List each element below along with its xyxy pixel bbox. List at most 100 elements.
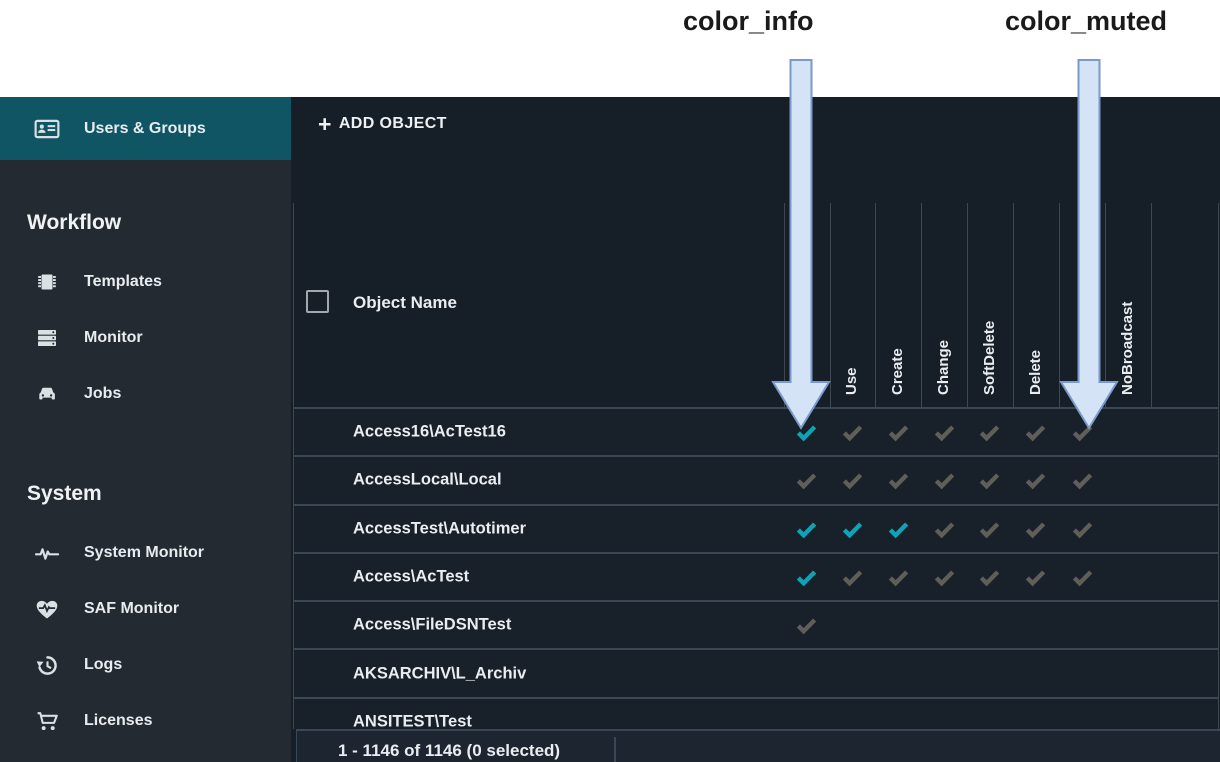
sidebar-item-monitor[interactable]: Monitor (0, 310, 291, 366)
check-icon[interactable] (928, 566, 960, 589)
sidebar-item-label: Jobs (84, 385, 121, 403)
annotation-label-color-muted: color_muted (1005, 6, 1167, 37)
cart-icon (34, 708, 60, 734)
check-icon[interactable] (882, 421, 914, 444)
check-icon[interactable] (791, 566, 823, 589)
table-row[interactable]: AccessTest\Autotimer (294, 506, 1218, 554)
paginator: 1 - 1146 of 1146 (0 selected) (296, 729, 1220, 762)
sidebar-item-licenses[interactable]: Licenses (0, 693, 291, 749)
check-icon[interactable] (1020, 421, 1052, 444)
check-icon[interactable] (791, 469, 823, 492)
column-grid-line (1105, 203, 1106, 407)
table-header: Object Name UseCreateChangeSoftDeleteDel… (294, 203, 1218, 407)
check-icon[interactable] (1066, 421, 1098, 444)
add-object-label: ADD OBJECT (339, 115, 447, 133)
column-grid-line (1151, 203, 1152, 407)
check-icon[interactable] (1066, 469, 1098, 492)
sidebar-item-label: Users & Groups (84, 120, 206, 138)
object-name-cell: Access16\AcTest16 (353, 423, 506, 442)
check-icon[interactable] (836, 421, 868, 444)
check-icon[interactable] (836, 469, 868, 492)
sidebar-item-jobs[interactable]: Jobs (0, 366, 291, 422)
sidebar-section-workflow: Workflow Templates Monitor Jobs (0, 210, 291, 422)
object-name-header: Object Name (353, 293, 457, 313)
annotation-label-color-info: color_info (683, 6, 814, 37)
check-icon[interactable] (928, 517, 960, 540)
check-icon[interactable] (882, 517, 914, 540)
app-window: Users & Groups Workflow Templates Monitor J… (0, 97, 1220, 762)
sidebar-item-label: SAF Monitor (84, 600, 179, 618)
heart-pulse-icon (34, 596, 60, 622)
sidebar-item-label: Logs (84, 656, 122, 674)
sidebar-item-logs[interactable]: Logs (0, 637, 291, 693)
column-header-use: Use (843, 367, 860, 395)
object-name-cell: ANSITEST\Test (353, 712, 472, 729)
check-icon[interactable] (791, 517, 823, 540)
sidebar-item-users-groups[interactable]: Users & Groups (0, 97, 291, 160)
check-icon[interactable] (928, 421, 960, 444)
column-grid-line (784, 203, 785, 407)
section-title-system: System (0, 481, 291, 507)
check-icon[interactable] (1020, 469, 1052, 492)
column-header-create: Create (889, 348, 906, 395)
table-row[interactable]: AccessLocal\Local (294, 457, 1218, 505)
check-icon[interactable] (1020, 566, 1052, 589)
history-icon (34, 652, 60, 678)
plus-icon (318, 114, 332, 134)
object-name-cell: AccessLocal\Local (353, 471, 502, 490)
column-grid-line (830, 203, 831, 407)
main-panel: ADD OBJECT Object Name Use Create Change So… (291, 97, 1220, 762)
column-header-nobroadcast: NoBroadcast (1119, 302, 1136, 395)
check-icon[interactable] (791, 421, 823, 444)
column-grid-line (921, 203, 922, 407)
check-icon[interactable] (928, 469, 960, 492)
object-name-cell: AccessTest\Autotimer (353, 519, 526, 538)
object-name-cell: AKSARCHIV\L_Archiv (353, 664, 526, 683)
paginator-divider (614, 737, 616, 762)
column-header-change: Change (935, 340, 952, 395)
add-object-button[interactable]: ADD OBJECT (318, 114, 447, 134)
sidebar-item-label: Licenses (84, 712, 152, 730)
check-icon[interactable] (836, 566, 868, 589)
chip-icon (34, 269, 60, 295)
check-icon[interactable] (974, 517, 1006, 540)
table-row[interactable]: AKSARCHIV\L_Archiv (294, 650, 1218, 698)
column-grid-line (967, 203, 968, 407)
car-icon (34, 381, 60, 407)
sidebar-item-label: System Monitor (84, 544, 204, 562)
check-icon[interactable] (974, 566, 1006, 589)
select-all-checkbox[interactable] (306, 290, 329, 313)
check-icon[interactable] (836, 517, 868, 540)
id-card-icon (34, 116, 60, 142)
object-name-cell: Access\AcTest (353, 568, 469, 587)
sidebar-item-saf-monitor[interactable]: SAF Monitor (0, 581, 291, 637)
check-icon[interactable] (974, 421, 1006, 444)
table-row[interactable]: Access\AcTest (294, 554, 1218, 602)
check-icon[interactable] (974, 469, 1006, 492)
table-row[interactable]: ANSITEST\Test (294, 699, 1218, 729)
sidebar-section-system: System System Monitor SAF Monitor Logs Licen… (0, 481, 291, 749)
check-icon[interactable] (1066, 566, 1098, 589)
object-name-cell: Access\FileDSNTest (353, 616, 511, 635)
page: color_info color_muted Users & Groups Wo… (0, 0, 1220, 762)
server-icon (34, 325, 60, 351)
check-icon[interactable] (1066, 517, 1098, 540)
sidebar-item-templates[interactable]: Templates (0, 254, 291, 310)
sidebar-item-system-monitor[interactable]: System Monitor (0, 525, 291, 581)
check-icon[interactable] (882, 469, 914, 492)
column-grid-line (1013, 203, 1014, 407)
check-icon[interactable] (791, 614, 823, 637)
check-icon[interactable] (882, 566, 914, 589)
sidebar-item-label: Monitor (84, 329, 143, 347)
check-icon[interactable] (1020, 517, 1052, 540)
column-grid-line (875, 203, 876, 407)
heartbeat-icon (34, 540, 60, 566)
sidebar: Users & Groups Workflow Templates Monitor J… (0, 97, 291, 762)
table-row[interactable]: Access\FileDSNTest (294, 602, 1218, 650)
objects-table: Object Name UseCreateChangeSoftDeleteDel… (293, 203, 1219, 729)
column-header-softdelete: SoftDelete (981, 321, 998, 395)
table-body: Access16\AcTest16 AccessLocal\Local Access… (294, 407, 1218, 729)
range-text: 1 - 1146 of 1146 (0 selected) (338, 741, 560, 761)
table-row[interactable]: Access16\AcTest16 (294, 409, 1218, 457)
section-title-workflow: Workflow (0, 210, 291, 236)
